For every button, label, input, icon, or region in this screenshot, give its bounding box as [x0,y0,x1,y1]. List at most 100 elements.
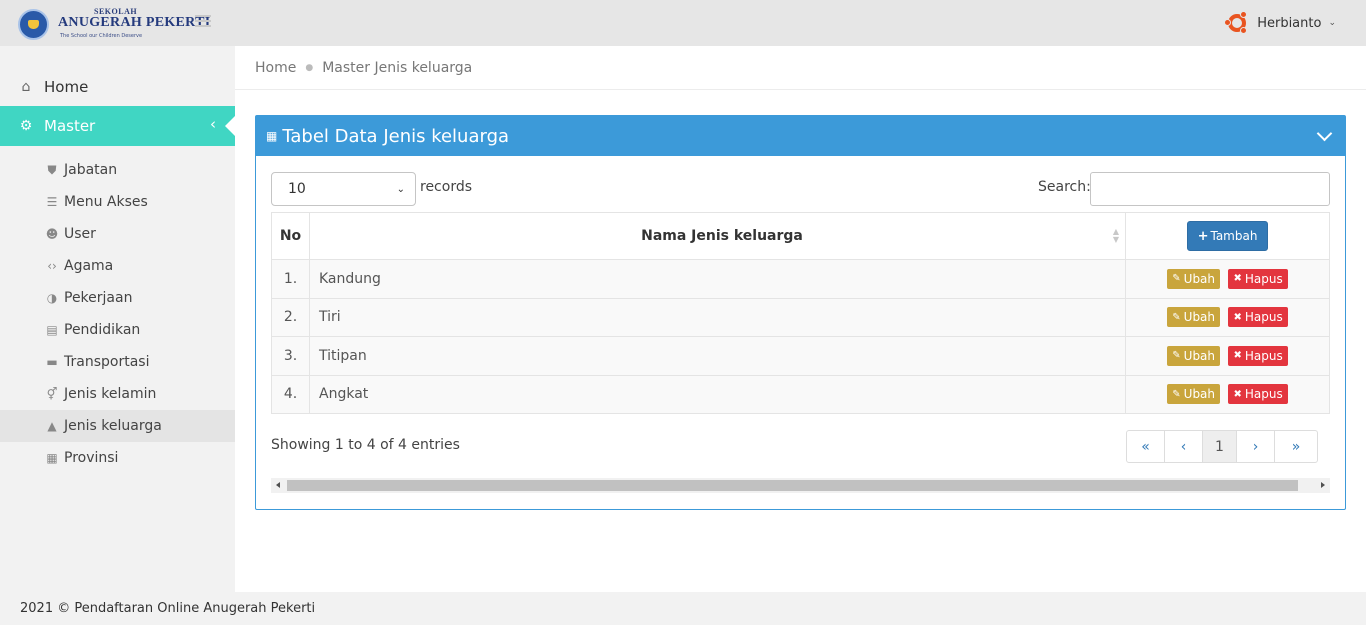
school-logo[interactable]: SEKOLAH ANUGERAH PEKERTI The School our … [18,6,210,42]
scroll-left-icon[interactable] [276,482,280,488]
sidebar-item-provinsi[interactable]: ▦ Provinsi [0,442,235,474]
chevron-down-icon: ⌄ [396,183,405,195]
edit-button[interactable]: ✎ Ubah [1167,307,1221,328]
table-row: 3. Titipan ✎ Ubah ✖ Hapus [271,336,1330,376]
footer-text: 2021 © Pendaftaran Online Anugerah Peker… [20,601,316,616]
delete-button[interactable]: ✖ Hapus [1228,345,1288,366]
pencil-icon: ✎ [1172,273,1181,285]
pagination: « ‹ 1 › » [1126,430,1318,463]
sidebar-item-user[interactable]: ☻ User [0,218,235,250]
sidebar-item-label: Jabatan [64,162,118,178]
breadcrumb-home-link[interactable]: Home [255,60,296,76]
collapse-chevron-icon[interactable] [1317,127,1333,143]
pencil-icon: ✎ [1172,311,1181,323]
sidebar-item-label: Provinsi [64,450,119,466]
sidebar-item-pekerjaan[interactable]: ◑ Pekerjaan [0,282,235,314]
car-icon: ▬ [46,355,58,369]
sidebar-item-home[interactable]: ⌂ Home [0,68,235,106]
sidebar-item-transportasi[interactable]: ▬ Transportasi [0,346,235,378]
close-icon: ✖ [1233,311,1242,323]
list-icon: ☰ [46,195,58,209]
delete-button[interactable]: ✖ Hapus [1228,268,1288,289]
column-header-no[interactable]: No [271,212,310,260]
sidebar-toggle-icon[interactable] [195,15,211,29]
column-header-name[interactable]: Nama Jenis keluarga ▲ ▼ [309,212,1126,260]
user-name: Herbianto [1257,15,1322,31]
records-per-page-select[interactable]: 10 ⌄ [271,172,416,206]
sidebar-item-label: Agama [64,258,114,274]
pagination-first[interactable]: « [1127,431,1165,462]
column-header-name-label: Nama Jenis keluarga [641,228,803,244]
sidebar-item-label: Jenis keluarga [64,418,162,434]
user-menu[interactable]: Herbianto ⌄ [1224,11,1336,35]
edit-button[interactable]: ✎ Ubah [1167,384,1221,405]
pagination-next[interactable]: › [1237,431,1275,462]
row-number: 1. [271,259,310,299]
pagination-prev[interactable]: ‹ [1165,431,1203,462]
sidebar-item-menu-akses[interactable]: ☰ Menu Akses [0,186,235,218]
search-input[interactable] [1090,172,1330,206]
edit-button[interactable]: ✎ Ubah [1167,268,1221,289]
table-icon: ▦ [266,129,278,143]
school-emblem-icon [18,9,49,40]
pencil-icon: ✎ [1172,388,1181,400]
data-table: No Nama Jenis keluarga ▲ ▼ + Tambah 1. Ka… [271,212,1330,414]
search-label: Search: [1038,179,1091,195]
pencil-icon: ✎ [1172,350,1181,362]
sidebar-item-label: Jenis kelamin [64,386,157,402]
gender-icon: ⚥ [46,387,58,401]
add-button[interactable]: + Tambah [1186,221,1269,251]
ubuntu-logo-icon [1224,10,1250,36]
row-name: Tiri [309,297,1126,337]
sidebar-item-label: Home [44,78,89,96]
user-icon: ▲ [47,419,57,433]
delete-button-label: Hapus [1244,348,1283,363]
edit-button-label: Ubah [1183,271,1216,286]
sidebar-item-master[interactable]: ⚙ Master ‹ [0,106,236,146]
delete-button[interactable]: ✖ Hapus [1228,384,1288,405]
scrollbar-thumb[interactable] [287,480,1298,491]
edit-button-label: Ubah [1183,310,1216,325]
breadcrumb-current: Master Jenis keluarga [322,59,473,76]
delete-button-label: Hapus [1244,310,1283,325]
delete-button-label: Hapus [1244,387,1283,402]
delete-button[interactable]: ✖ Hapus [1228,307,1288,328]
horizontal-scrollbar[interactable] [271,478,1330,493]
sidebar-item-label: Menu Akses [64,194,148,210]
chevron-left-icon: ‹ [210,115,216,133]
shield-icon: ⛊ [47,162,57,177]
breadcrumb-separator-icon: ● [305,62,314,73]
scroll-right-icon[interactable] [1321,482,1325,488]
column-header-actions: + Tambah [1125,212,1330,260]
sidebar-item-agama[interactable]: ‹› Agama [0,250,235,282]
pagination-page[interactable]: 1 [1203,431,1237,462]
table-row: 4. Angkat ✎ Ubah ✖ Hapus [271,374,1330,414]
sidebar-item-label: Pendidikan [64,322,141,338]
code-icon: ‹› [47,259,57,273]
row-actions: ✎ Ubah ✖ Hapus [1125,336,1330,376]
sidebar-item-jabatan[interactable]: ⛊ Jabatan [0,154,235,186]
users-icon: ☻ [45,227,59,241]
building-icon: ▦ [46,451,58,465]
row-number: 4. [271,374,310,414]
row-name: Titipan [309,336,1126,376]
sort-icon: ▲ ▼ [1112,227,1119,244]
home-icon: ⌂ [21,79,31,95]
footer: 2021 © Pendaftaran Online Anugerah Peker… [0,592,1366,625]
row-actions: ✎ Ubah ✖ Hapus [1125,259,1330,299]
sidebar-item-jenis-keluarga[interactable]: ▲ Jenis keluarga [0,410,235,442]
sidebar-item-pendidikan[interactable]: ▤ Pendidikan [0,314,235,346]
breadcrumb: Home ● Master Jenis keluarga [235,46,1366,90]
add-button-label: Tambah [1210,229,1258,243]
sidebar-item-label: Pekerjaan [64,290,133,306]
top-navbar: SEKOLAH ANUGERAH PEKERTI The School our … [0,0,1366,46]
pagination-last[interactable]: » [1275,431,1317,462]
book-icon: ▤ [46,323,58,337]
logo-tagline: The School our Children Deserve [60,33,143,39]
sidebar-item-jenis-kelamin[interactable]: ⚥ Jenis kelamin [0,378,235,410]
delete-button-label: Hapus [1244,271,1283,286]
edit-button[interactable]: ✎ Ubah [1167,345,1221,366]
chevron-down-icon: ⌄ [1328,18,1336,28]
table-row: 2. Tiri ✎ Ubah ✖ Hapus [271,297,1330,337]
cogs-icon: ⚙ [19,118,33,134]
